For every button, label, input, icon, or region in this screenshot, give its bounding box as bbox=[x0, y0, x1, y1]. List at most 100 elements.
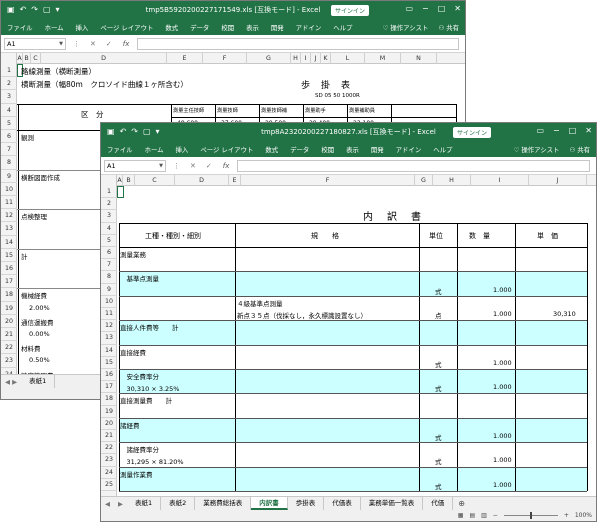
signin-button[interactable]: サインイン bbox=[331, 5, 370, 16]
row-header[interactable]: 11 bbox=[1, 196, 17, 210]
row-header[interactable]: 10 bbox=[101, 296, 117, 308]
ribbon-tab[interactable]: ファイル bbox=[105, 145, 139, 154]
row-header[interactable]: 5 bbox=[1, 117, 17, 130]
row-header[interactable]: 16 bbox=[101, 369, 117, 382]
zoom-level[interactable]: 100% bbox=[575, 512, 592, 519]
sheet-tab[interactable]: 表紙2 bbox=[161, 497, 196, 510]
column-header[interactable]: I bbox=[301, 53, 311, 64]
row-header[interactable]: 23 bbox=[1, 354, 17, 368]
column-header[interactable]: J bbox=[529, 175, 587, 186]
customize-qa-icon[interactable]: ▾ bbox=[56, 6, 60, 14]
column-header[interactable]: N bbox=[401, 53, 437, 64]
row-header[interactable]: 10 bbox=[1, 183, 17, 196]
save-icon[interactable]: ▣ bbox=[7, 6, 15, 14]
row-header[interactable]: 9 bbox=[1, 170, 17, 183]
ribbon-tab[interactable]: 開発 bbox=[265, 23, 290, 32]
row-header[interactable]: 2 bbox=[101, 198, 117, 211]
maximize-icon[interactable]: □ bbox=[569, 126, 577, 135]
select-all-corner[interactable] bbox=[101, 175, 117, 186]
undo-icon[interactable]: ↶ bbox=[20, 6, 27, 14]
add-sheet-icon[interactable]: ⊕ bbox=[453, 499, 470, 508]
cancel-icon[interactable]: ✕ bbox=[187, 162, 199, 170]
normal-view-icon[interactable]: ▦ bbox=[458, 512, 464, 519]
row-header[interactable]: 6 bbox=[1, 130, 17, 144]
row-header[interactable]: 8 bbox=[1, 156, 17, 170]
maximize-icon[interactable]: □ bbox=[438, 4, 446, 13]
ribbon-tab[interactable]: 表示 bbox=[340, 145, 365, 154]
active-cell[interactable] bbox=[117, 186, 124, 199]
formula-input[interactable] bbox=[237, 159, 590, 172]
sheet-prev-icon[interactable]: ◀ bbox=[101, 500, 114, 508]
column-header[interactable]: B bbox=[123, 175, 135, 186]
ribbon-tab[interactable]: ページ レイアウト bbox=[94, 23, 159, 32]
ribbon-tab[interactable]: 数式 bbox=[259, 145, 284, 154]
column-header[interactable]: F bbox=[241, 175, 415, 186]
column-header[interactable]: L bbox=[331, 53, 365, 64]
ribbon-tab[interactable]: ファイル bbox=[5, 23, 39, 32]
sheet-tab[interactable]: 表紙1 bbox=[21, 375, 56, 388]
new-file-icon[interactable]: ▢ bbox=[43, 6, 51, 14]
more-options-icon[interactable]: ⋮ bbox=[170, 162, 183, 170]
ribbon-tab[interactable]: ホーム bbox=[39, 23, 70, 32]
row-header[interactable]: 24 bbox=[101, 467, 117, 479]
zoom-slider-thumb[interactable] bbox=[529, 512, 532, 519]
row-header[interactable]: 15 bbox=[101, 357, 117, 369]
row-header[interactable]: 17 bbox=[1, 275, 17, 289]
ribbon-tab[interactable]: 校閲 bbox=[315, 145, 340, 154]
ribbon-tab[interactable]: 表示 bbox=[240, 23, 265, 32]
row-header[interactable]: 23 bbox=[101, 454, 117, 467]
ribbon-tab[interactable]: ページ レイアウト bbox=[194, 145, 259, 154]
row-header[interactable]: 21 bbox=[1, 328, 17, 342]
row-header[interactable]: 12 bbox=[1, 209, 17, 223]
row-header[interactable]: 22 bbox=[101, 442, 117, 455]
chevron-down-icon[interactable]: ▼ bbox=[159, 161, 163, 172]
enter-icon[interactable]: ✓ bbox=[203, 162, 215, 170]
column-header[interactable]: F bbox=[203, 53, 247, 64]
sheet-tab[interactable]: 歩掛表 bbox=[288, 497, 325, 510]
column-header[interactable]: D bbox=[41, 53, 167, 64]
tell-me-search[interactable]: ♡ 操作アシスト bbox=[514, 145, 560, 154]
sheet-next-icon[interactable]: ▶ bbox=[114, 500, 127, 508]
customize-qa-icon[interactable]: ▾ bbox=[156, 128, 160, 136]
column-header[interactable]: C bbox=[31, 53, 41, 64]
new-file-icon[interactable]: ▢ bbox=[143, 128, 151, 136]
row-header[interactable]: 1 bbox=[1, 64, 17, 78]
sheet-tab[interactable]: 業務単価一覧表 bbox=[361, 497, 424, 510]
row-header[interactable]: 2 bbox=[1, 77, 17, 91]
formula-input[interactable] bbox=[137, 37, 459, 50]
column-header[interactable]: G bbox=[247, 53, 291, 64]
ribbon-options-icon[interactable]: ▭ bbox=[536, 126, 544, 135]
enter-icon[interactable]: ✓ bbox=[103, 40, 115, 48]
sheet-tab[interactable]: 業務費総括表 bbox=[195, 497, 252, 510]
chevron-down-icon[interactable]: ▼ bbox=[59, 39, 63, 50]
more-options-icon[interactable]: ⋮ bbox=[70, 40, 83, 48]
minimize-icon[interactable]: − bbox=[422, 4, 429, 13]
ribbon-tab[interactable]: アドイン bbox=[390, 145, 428, 154]
ribbon-tab[interactable]: 開発 bbox=[365, 145, 390, 154]
ribbon-tab[interactable]: ヘルプ bbox=[427, 145, 458, 154]
column-header[interactable]: G bbox=[415, 175, 433, 186]
undo-icon[interactable]: ↶ bbox=[120, 128, 127, 136]
row-header[interactable]: 9 bbox=[101, 284, 117, 296]
sheet-tab[interactable]: 代価 bbox=[423, 497, 454, 510]
column-header[interactable]: D bbox=[175, 175, 229, 186]
redo-icon[interactable]: ↷ bbox=[31, 6, 38, 14]
ribbon-tab[interactable]: データ bbox=[184, 23, 215, 32]
row-header[interactable]: 15 bbox=[1, 249, 17, 262]
sheet-tab[interactable]: 代価表 bbox=[324, 497, 361, 510]
row-header[interactable]: 7 bbox=[1, 143, 17, 157]
save-icon[interactable]: ▣ bbox=[107, 128, 115, 136]
row-header[interactable]: 6 bbox=[101, 247, 117, 260]
column-header[interactable]: H bbox=[291, 53, 301, 64]
column-header[interactable]: H bbox=[433, 175, 471, 186]
row-header[interactable]: 5 bbox=[101, 235, 117, 247]
worksheet-grid[interactable]: A B C D E F G H I J 1 2 3 4 5 6 7 8 9 10 11 12 13 14 15 16 17 18 19 2… bbox=[101, 175, 596, 498]
ribbon-tab[interactable]: 数式 bbox=[159, 23, 184, 32]
column-header[interactable]: E bbox=[229, 175, 241, 186]
tell-me-search[interactable]: ♡ 操作アシスト bbox=[383, 23, 429, 32]
name-box[interactable]: A1 ▼ bbox=[104, 159, 166, 172]
row-header[interactable]: 20 bbox=[1, 315, 17, 328]
zoom-out-icon[interactable]: − bbox=[493, 512, 498, 519]
redo-icon[interactable]: ↷ bbox=[131, 128, 138, 136]
sheet-scroll-icon[interactable]: ◀ ▶ bbox=[1, 378, 21, 386]
